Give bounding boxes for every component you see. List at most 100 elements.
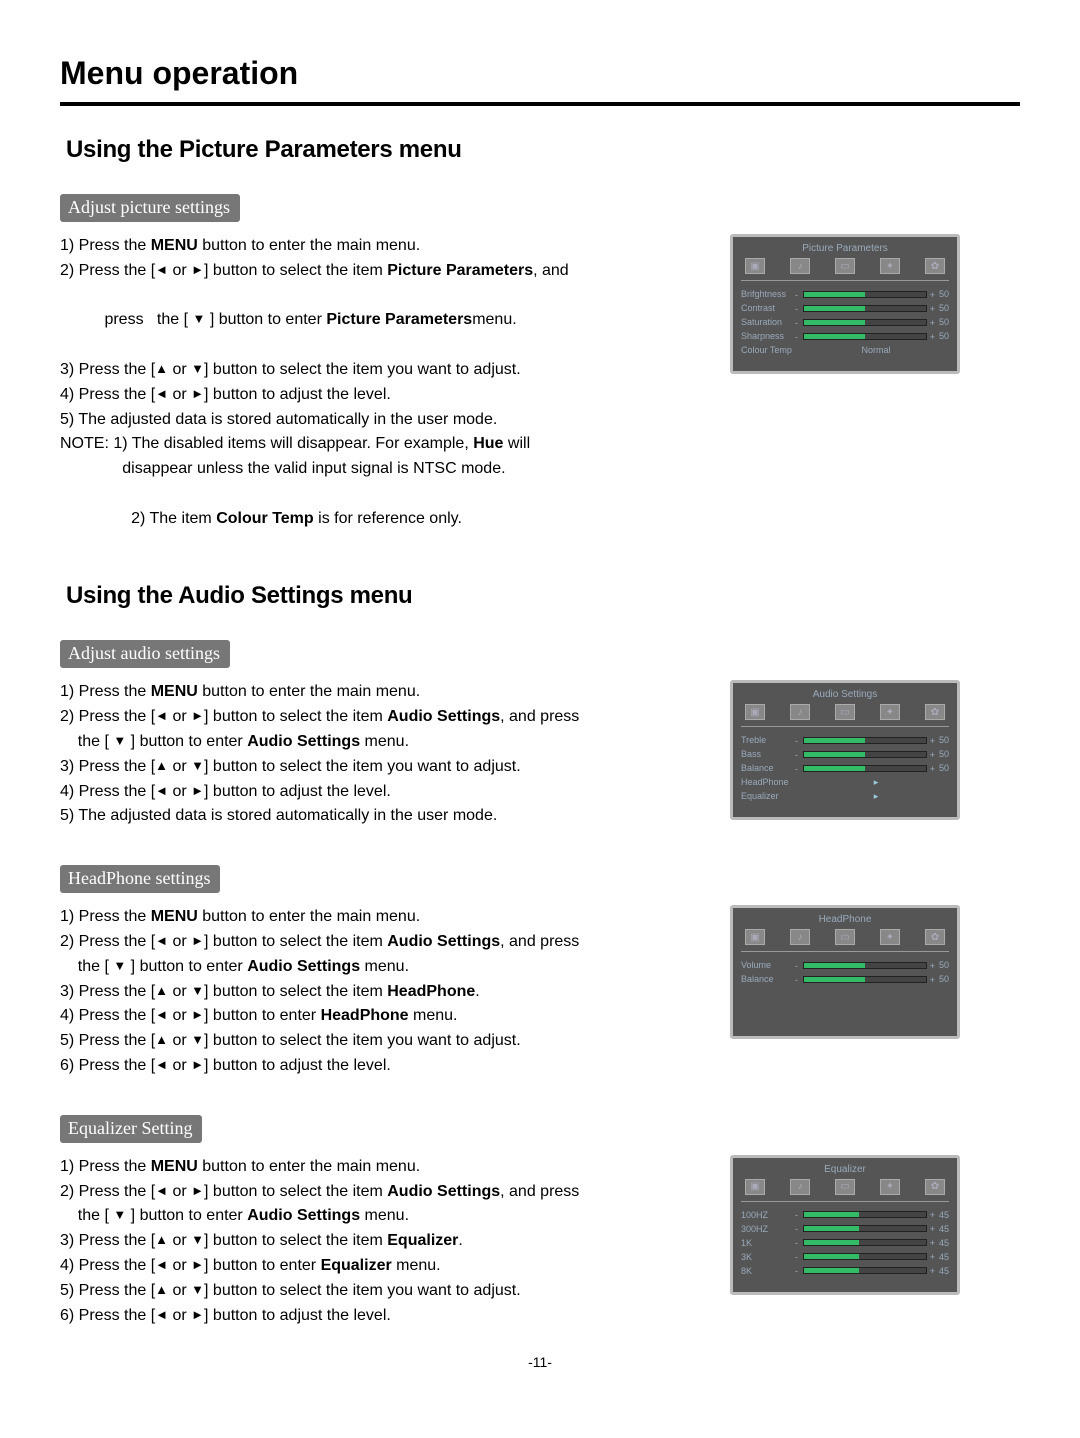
osd-slider-row: 100HZ45 [741,1208,949,1222]
osd-slider [803,962,927,969]
t: menu. [360,1207,409,1224]
osd-label: Contrast [741,303,799,313]
osd-slider-row: Brifghtness50 [741,287,949,301]
t: 1) Press the [60,683,151,700]
t: or [168,758,191,775]
left-arrow-icon: ◄ [155,1005,168,1025]
t: 4) Press the [ [60,386,155,403]
osd-slider [803,751,927,758]
t: 3) Press the [ [60,758,155,775]
down-arrow-icon: ▼ [191,756,204,776]
t: 1) Press the [60,908,151,925]
t: or [168,933,191,950]
osd-slider [803,333,927,340]
osd-picture-parameters: Picture Parameters ▣♪▭✦✿ Brifghtness50Co… [730,234,960,374]
subheading-adjust-audio: Adjust audio settings [60,640,230,668]
left-arrow-icon: ◄ [155,931,168,951]
osd-slider [803,765,927,772]
osd-tab-icon: ▭ [835,929,855,945]
osd-slider-row: Bass50 [741,747,949,761]
osd-tab-icon: ▣ [745,1179,765,1195]
osd-slider-row: 8K45 [741,1264,949,1278]
osd-label: 1K [741,1238,799,1248]
osd-tab-icon: ▣ [745,258,765,274]
right-arrow-icon: ► [191,1055,204,1075]
osd-label: Equalizer [741,791,799,801]
osd-slider-row: Contrast50 [741,301,949,315]
bold-hue: Hue [473,435,503,452]
left-arrow-icon: ◄ [155,1255,168,1275]
t: 2) Press the [ [60,262,155,279]
bold-menu: MENU [151,908,198,925]
t: or [168,1282,191,1299]
t: ] button to select the item [204,708,387,725]
osd-slider [803,291,927,298]
right-arrow-icon: ► [191,1255,204,1275]
t: disappear unless the valid input signal … [60,457,700,482]
down-arrow-icon: ▼ [191,359,204,379]
t: the [ [60,1207,113,1224]
t: or [168,386,191,403]
right-arrow-icon: ► [191,781,204,801]
osd-tab-icon: ✦ [880,929,900,945]
bold-audio-settings: Audio Settings [247,958,360,975]
t: 4) Press the [ [60,1257,155,1274]
osd-label: Saturation [741,317,799,327]
osd-title: Audio Settings [741,689,949,700]
up-arrow-icon: ▲ [155,359,168,379]
osd-tab-icon: ♪ [790,704,810,720]
down-arrow-icon: ▼ [191,981,204,1001]
t: or [168,1183,191,1200]
t: or [168,1257,191,1274]
osd-slider-row: Sharpness50 [741,329,949,343]
up-arrow-icon: ▲ [155,756,168,776]
bold-audio-settings: Audio Settings [387,1183,500,1200]
t: or [168,361,191,378]
osd-slider [803,1239,927,1246]
t: 2) Press the [ [60,708,155,725]
osd-tab-icon: ✦ [880,704,900,720]
t: ] button to adjust the level. [204,1307,391,1324]
audio-instructions: 1) Press the MENU button to enter the ma… [60,680,700,829]
t: menu. [360,733,409,750]
osd-tab-icon: ♪ [790,258,810,274]
osd-slider [803,305,927,312]
bold-equalizer: Equalizer [387,1232,458,1249]
bold-equalizer: Equalizer [321,1257,392,1274]
t: ] button to select the item you want to … [204,1032,521,1049]
right-arrow-icon: ► [191,384,204,404]
t: 6) Press the [ [60,1057,155,1074]
osd-label: 100HZ [741,1210,799,1220]
left-arrow-icon: ◄ [155,1305,168,1325]
osd-label: Colour Temp [741,345,799,355]
left-arrow-icon: ◄ [155,384,168,404]
t: the [ [60,733,113,750]
t: menu. [409,1007,458,1024]
t: , and press [500,708,579,725]
t: , and press [500,933,579,950]
right-arrow-icon: ► [191,1005,204,1025]
osd-tab-icon: ✦ [880,258,900,274]
osd-submenu-row: HeadPhone ▸ [741,775,949,789]
osd-slider [803,319,927,326]
t: is for reference only. [314,510,462,527]
t: 4) Press the [ [60,1007,155,1024]
t: 2) Press the [ [60,1183,155,1200]
title-rule [60,102,1020,106]
bold-menu: MENU [151,1158,198,1175]
t: 4) Press the [ [60,783,155,800]
osd-audio-settings: Audio Settings ▣♪▭✦✿ Treble50Bass50Balan… [730,680,960,820]
bold-picture-parameters: Picture Parameters [326,311,472,328]
t: menu. [360,958,409,975]
t: or [168,983,191,1000]
osd-tab-icon: ✿ [925,929,945,945]
bold-menu: MENU [151,683,198,700]
t: or [168,262,191,279]
t: 3) Press the [ [60,983,155,1000]
subheading-headphone: HeadPhone settings [60,865,220,893]
submenu-arrow-icon: ▸ [803,777,949,788]
t: ] button to select the item [204,933,387,950]
osd-tab-icon: ✿ [925,704,945,720]
osd-label: HeadPhone [741,777,799,787]
osd-slider-row: Balance50 [741,972,949,986]
